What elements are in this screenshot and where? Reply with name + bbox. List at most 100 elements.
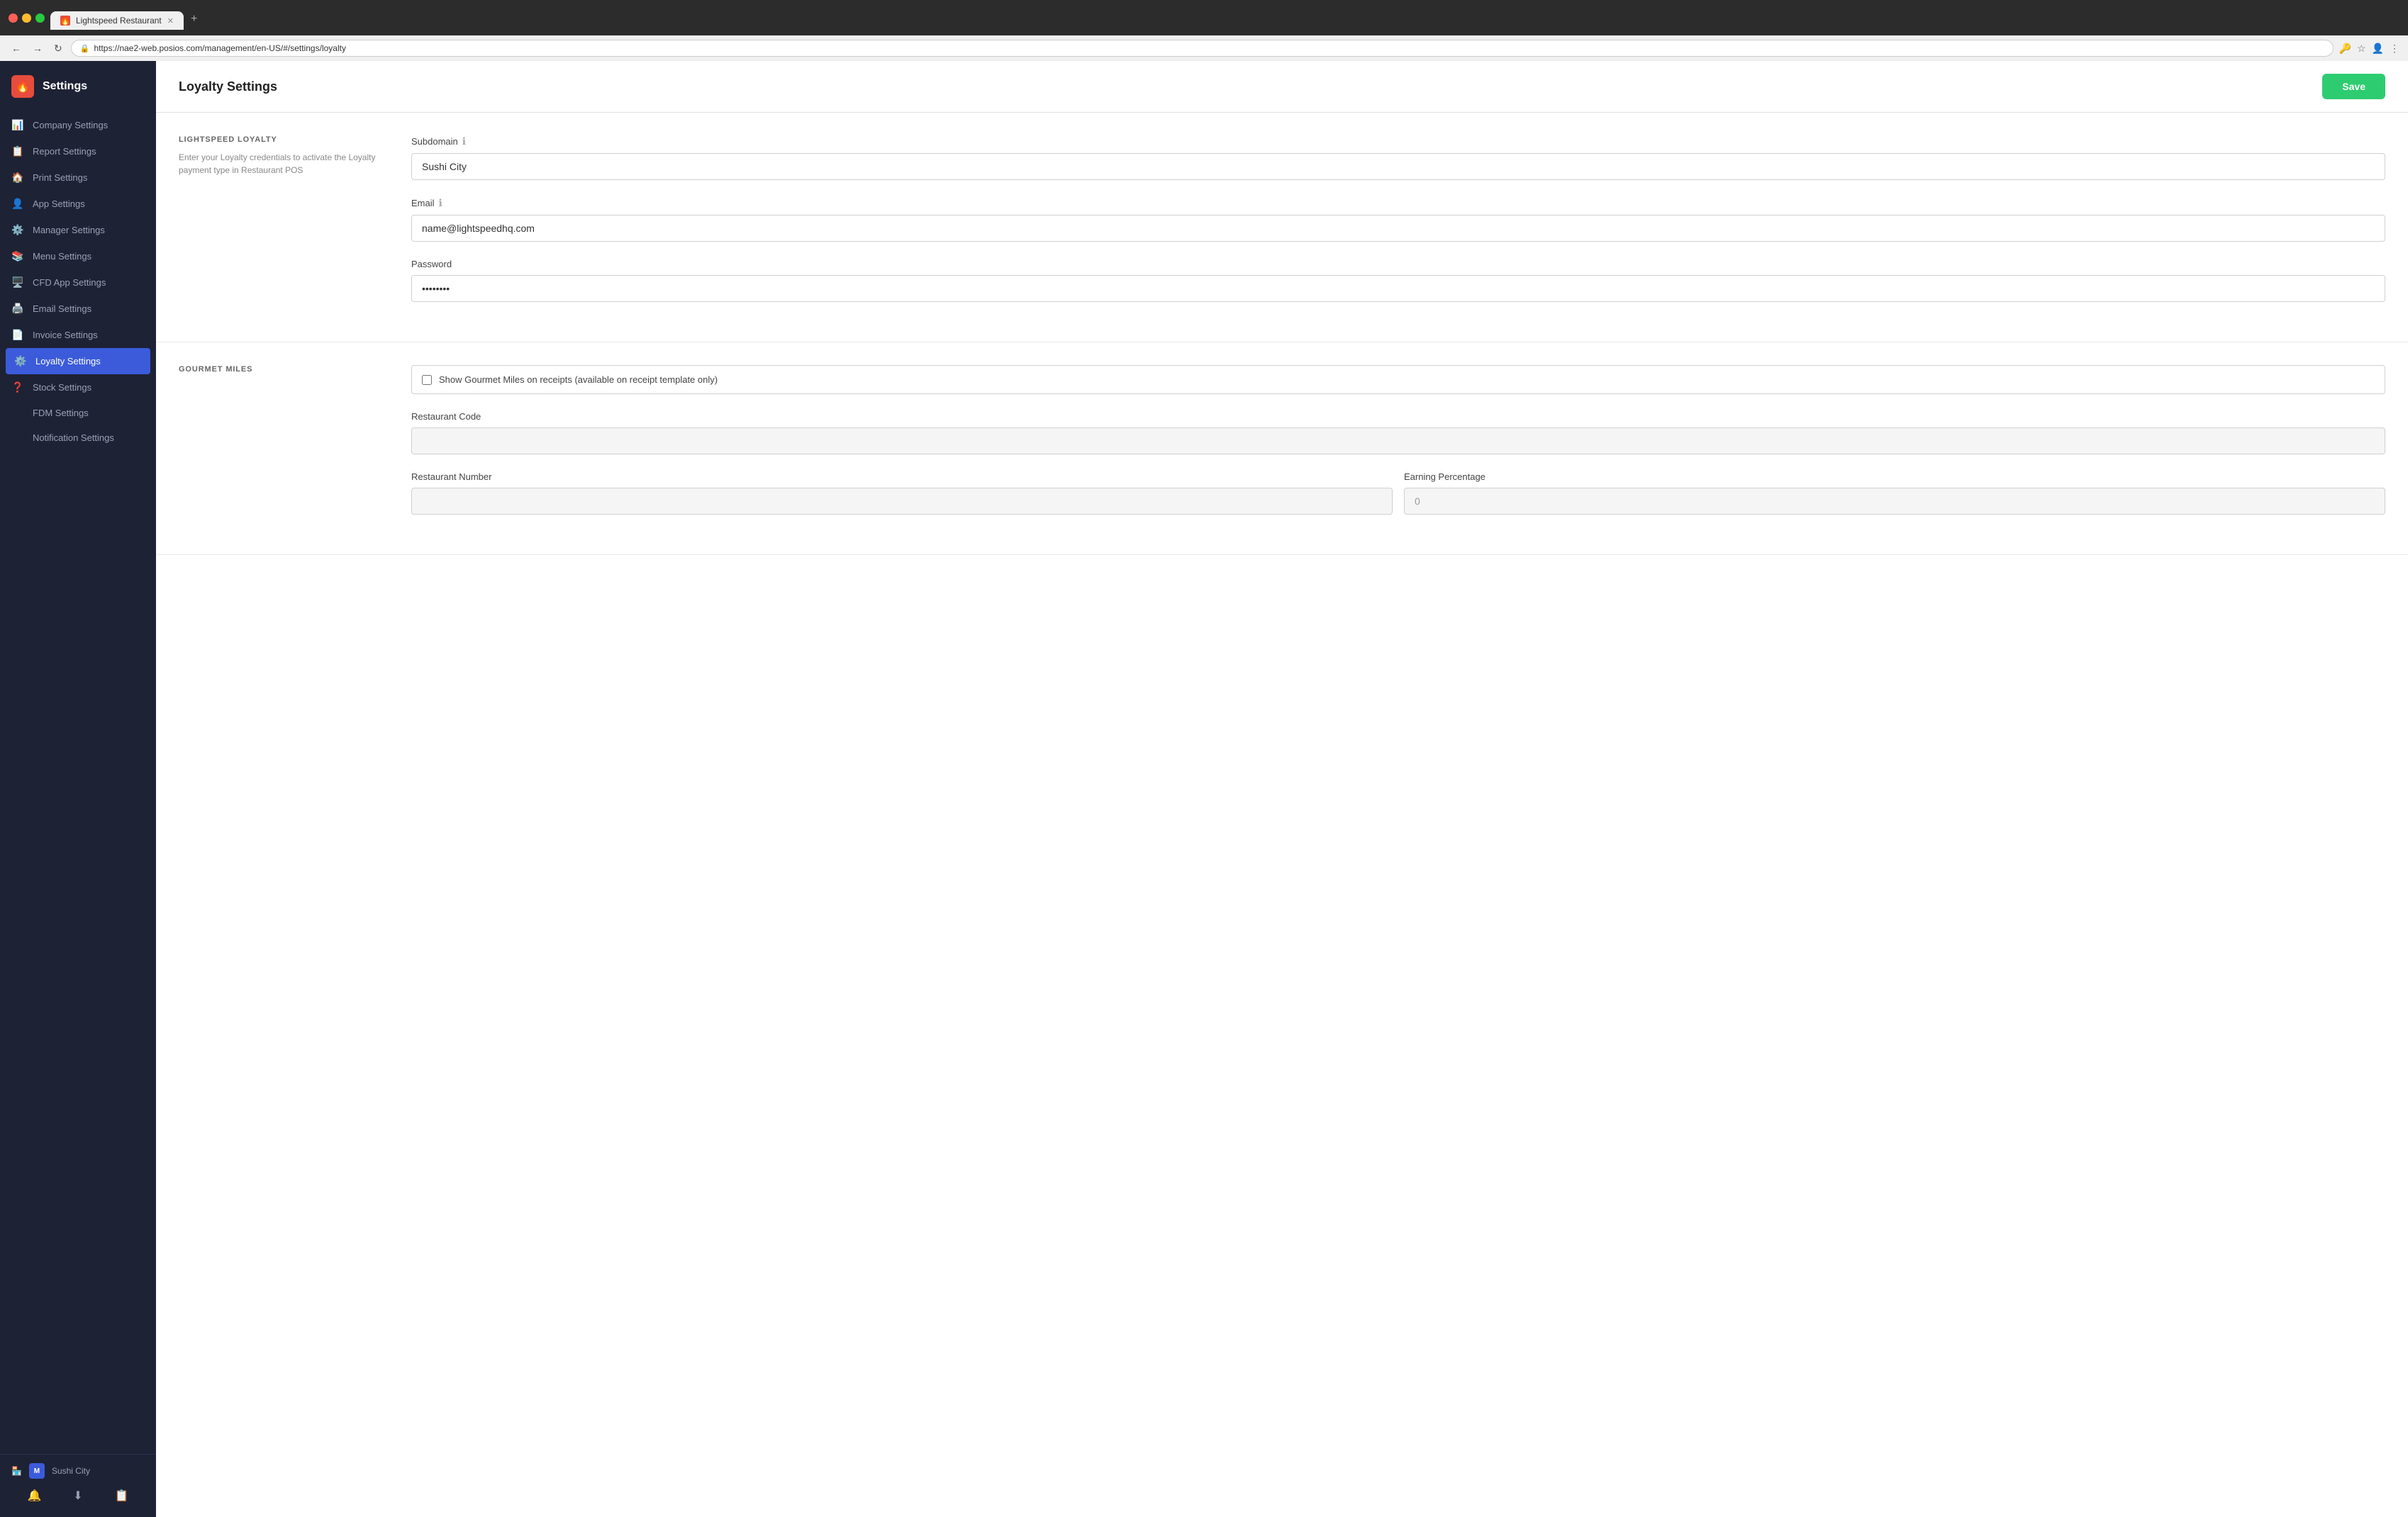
key-icon: 🔑	[2339, 43, 2351, 55]
sidebar-bottom-actions: 🔔 ⬇ 📋	[11, 1479, 145, 1508]
active-tab[interactable]: 🔥 Lightspeed Restaurant ✕	[50, 11, 184, 30]
stock-icon: ❓	[11, 381, 24, 393]
star-icon[interactable]: ☆	[2357, 43, 2366, 55]
sidebar-label-app: App Settings	[33, 198, 85, 209]
chart-icon: 📊	[11, 119, 24, 131]
email-input[interactable]	[411, 215, 2385, 242]
earning-percentage-label: Earning Percentage	[1404, 471, 2385, 482]
address-bar-actions: 🔑 ☆ 👤 ⋮	[2339, 43, 2399, 55]
restaurant-number-field-group: Restaurant Number	[411, 471, 1393, 515]
save-button[interactable]: Save	[2322, 74, 2385, 99]
gourmet-section-fields: Show Gourmet Miles on receipts (availabl…	[411, 365, 2385, 532]
url-input-box[interactable]: 🔒 https://nae2-web.posios.com/management…	[71, 40, 2334, 57]
sidebar-label-company: Company Settings	[33, 120, 108, 130]
restaurant-code-label: Restaurant Code	[411, 411, 2385, 422]
address-bar: ← → ↻ 🔒 https://nae2-web.posios.com/mana…	[0, 35, 2408, 61]
subdomain-field-group: Subdomain ℹ	[411, 135, 2385, 180]
back-button[interactable]: ←	[9, 41, 24, 55]
user-name: Sushi City	[52, 1466, 90, 1476]
page-header: Loyalty Settings Save	[156, 61, 2408, 113]
user-avatar-icon[interactable]: 👤	[2372, 43, 2384, 55]
sidebar-label-invoice: Invoice Settings	[33, 330, 98, 340]
sidebar-label-menu: Menu Settings	[33, 251, 91, 262]
restaurant-code-input[interactable]	[411, 427, 2385, 454]
sidebar-item-menu[interactable]: 📚 Menu Settings	[0, 243, 156, 269]
sidebar-label-cfd: CFD App Settings	[33, 277, 106, 288]
subdomain-info-icon[interactable]: ℹ	[462, 135, 466, 147]
sidebar-item-stock[interactable]: ❓ Stock Settings	[0, 374, 156, 401]
app-icon: 👤	[11, 198, 24, 210]
sidebar-label-manager: Manager Settings	[33, 225, 105, 235]
email-field-group: Email ℹ	[411, 197, 2385, 242]
sidebar-label-stock: Stock Settings	[33, 382, 91, 393]
restaurant-number-label: Restaurant Number	[411, 471, 1393, 482]
sidebar-label-report: Report Settings	[33, 146, 96, 157]
sidebar-item-print[interactable]: 🏠 Print Settings	[0, 164, 156, 191]
sidebar-footer: 🏪 M Sushi City 🔔 ⬇ 📋	[0, 1454, 156, 1517]
lightspeed-loyalty-section: LIGHTSPEED LOYALTY Enter your Loyalty cr…	[156, 113, 2408, 342]
gourmet-section-info: GOURMET MILES	[179, 365, 377, 532]
gourmet-section-layout: GOURMET MILES Show Gourmet Miles on rece…	[179, 365, 2385, 532]
gourmet-miles-section: GOURMET MILES Show Gourmet Miles on rece…	[156, 342, 2408, 555]
clipboard-icon[interactable]: 📋	[112, 1486, 132, 1506]
restaurant-number-input[interactable]	[411, 488, 1393, 515]
password-input[interactable]	[411, 275, 2385, 302]
sidebar-item-email[interactable]: 🖨️ Email Settings	[0, 296, 156, 322]
gourmet-section-label: GOURMET MILES	[179, 365, 377, 374]
url-text: https://nae2-web.posios.com/management/e…	[94, 43, 346, 53]
subdomain-input[interactable]	[411, 153, 2385, 180]
sidebar-header: 🔥 Settings	[0, 61, 156, 112]
app-logo: 🔥	[11, 75, 34, 98]
sidebar-item-loyalty[interactable]: ⚙️ Loyalty Settings	[6, 348, 150, 374]
restaurant-code-field-group: Restaurant Code	[411, 411, 2385, 454]
minimize-button[interactable]	[22, 13, 31, 23]
close-button[interactable]	[9, 13, 18, 23]
report-icon: 📋	[11, 145, 24, 157]
sidebar-item-fdm[interactable]: FDM Settings	[0, 401, 156, 425]
loyalty-section-label: LIGHTSPEED LOYALTY	[179, 135, 377, 144]
forward-button[interactable]: →	[30, 41, 45, 55]
show-gourmet-checkbox-row[interactable]: Show Gourmet Miles on receipts (availabl…	[411, 365, 2385, 394]
invoice-icon: 📄	[11, 329, 24, 341]
two-col-row: Restaurant Number Earning Percentage	[411, 471, 2385, 532]
sidebar-item-invoice[interactable]: 📄 Invoice Settings	[0, 322, 156, 348]
show-gourmet-checkbox[interactable]	[422, 375, 432, 385]
loyalty-section-info: LIGHTSPEED LOYALTY Enter your Loyalty cr…	[179, 135, 377, 319]
sidebar-item-manager[interactable]: ⚙️ Manager Settings	[0, 217, 156, 243]
tab-close-icon[interactable]: ✕	[167, 16, 174, 26]
store-icon: 🏪	[11, 1466, 22, 1476]
sidebar-label-notification: Notification Settings	[33, 432, 114, 443]
password-field-group: Password	[411, 259, 2385, 302]
loyalty-icon: ⚙️	[14, 355, 27, 367]
menu-icon[interactable]: ⋮	[2390, 43, 2399, 55]
show-gourmet-label: Show Gourmet Miles on receipts (availabl…	[439, 374, 718, 385]
subdomain-label: Subdomain ℹ	[411, 135, 2385, 147]
earning-percentage-input[interactable]	[1404, 488, 2385, 515]
sidebar-item-notification[interactable]: Notification Settings	[0, 425, 156, 450]
main-content: Loyalty Settings Save LIGHTSPEED LOYALTY…	[156, 61, 2408, 1517]
sidebar-label-loyalty: Loyalty Settings	[35, 356, 101, 366]
sidebar-item-cfd[interactable]: 🖥️ CFD App Settings	[0, 269, 156, 296]
notification-bell-icon[interactable]: 🔔	[24, 1486, 44, 1506]
sidebar-item-report[interactable]: 📋 Report Settings	[0, 138, 156, 164]
password-label: Password	[411, 259, 2385, 269]
new-tab-button[interactable]: +	[184, 9, 204, 30]
menu-nav-icon: 📚	[11, 250, 24, 262]
show-gourmet-field-group: Show Gourmet Miles on receipts (availabl…	[411, 365, 2385, 394]
reload-button[interactable]: ↻	[51, 41, 65, 56]
page-title: Loyalty Settings	[179, 79, 277, 94]
sidebar-label-email: Email Settings	[33, 303, 91, 314]
user-badge: M	[29, 1463, 45, 1479]
fullscreen-button[interactable]	[35, 13, 45, 23]
email-info-icon[interactable]: ℹ	[439, 197, 442, 209]
browser-top-bar: 🔥 Lightspeed Restaurant ✕ +	[9, 6, 2399, 30]
sidebar-item-app[interactable]: 👤 App Settings	[0, 191, 156, 217]
loyalty-section-fields: Subdomain ℹ Email ℹ Pa	[411, 135, 2385, 319]
tab-favicon-icon: 🔥	[60, 16, 70, 26]
print-icon: 🏠	[11, 172, 24, 184]
app-container: 🔥 Settings 📊 Company Settings 📋 Report S…	[0, 61, 2408, 1517]
download-icon[interactable]: ⬇	[70, 1486, 85, 1506]
loyalty-section-layout: LIGHTSPEED LOYALTY Enter your Loyalty cr…	[179, 135, 2385, 319]
sidebar-item-company[interactable]: 📊 Company Settings	[0, 112, 156, 138]
browser-chrome: 🔥 Lightspeed Restaurant ✕ + ← → ↻ 🔒 http…	[0, 0, 2408, 61]
